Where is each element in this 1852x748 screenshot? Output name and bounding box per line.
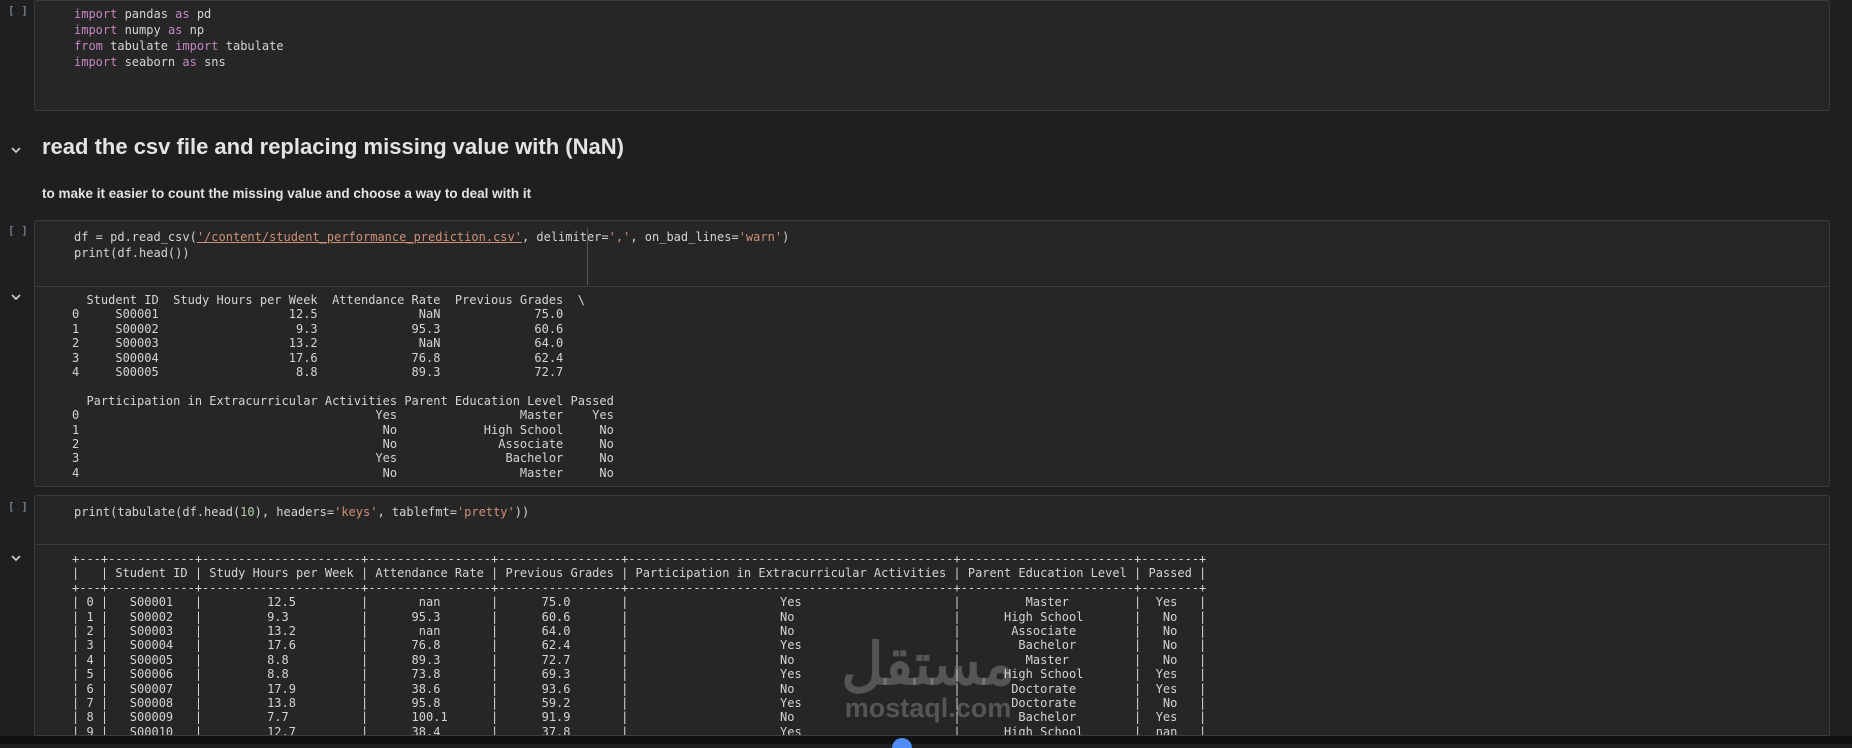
- chevron-down-icon[interactable]: [10, 290, 22, 305]
- chevron-down-icon[interactable]: [10, 551, 22, 566]
- code-line: import seaborn as sns: [74, 55, 226, 69]
- section-heading: read the csv file and replacing missing …: [42, 134, 624, 159]
- code-tabulate: print(tabulate(df.head(10), headers='key…: [74, 505, 530, 519]
- output-pretty-table: +---+------------+----------------------…: [72, 552, 1207, 736]
- code-line: df = pd.read_csv('/content/student_perfo…: [74, 230, 790, 244]
- run-cell-button[interactable]: [ ]: [8, 500, 28, 513]
- run-cell-button[interactable]: [ ]: [8, 4, 28, 17]
- bottom-bar: [0, 736, 1852, 744]
- code-cell-imports[interactable]: [34, 0, 1830, 111]
- code-line: print(df.head()): [74, 246, 190, 260]
- code-cell-tabulate[interactable]: [34, 495, 1830, 545]
- code-read-csv: df = pd.read_csv('/content/student_perfo…: [74, 230, 789, 260]
- output-head: Student ID Study Hours per Week Attendan…: [72, 293, 614, 480]
- chevron-down-icon[interactable]: [10, 142, 22, 160]
- code-line: import numpy as np: [74, 23, 205, 37]
- run-cell-button[interactable]: [ ]: [8, 224, 28, 237]
- watermark-logo: مستقل mostaql.com: [841, 632, 1017, 723]
- code-imports: import pandas as pd import numpy as np fro…: [74, 7, 284, 69]
- text-cursor: [587, 228, 588, 285]
- code-line: import pandas as pd: [74, 7, 212, 21]
- section-description: to make it easier to count the missing v…: [42, 186, 532, 201]
- code-line: from tabulate import tabulate: [74, 39, 284, 53]
